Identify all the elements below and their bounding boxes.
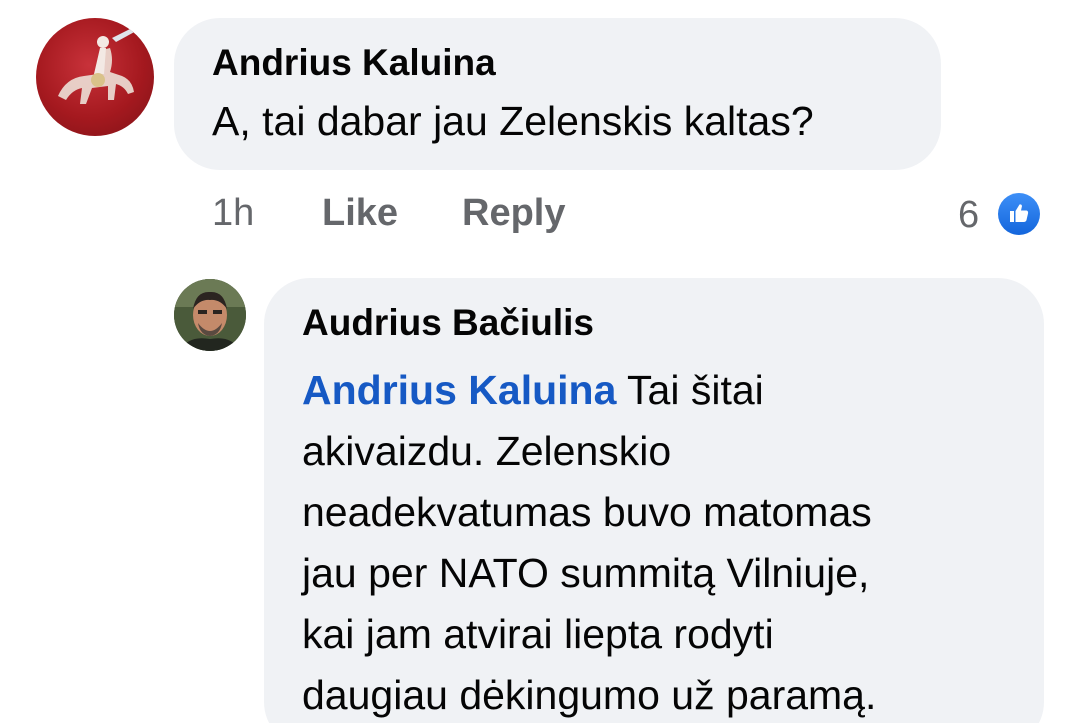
avatar-andrius-kaluina[interactable] xyxy=(36,18,154,136)
vytis-emblem-icon xyxy=(58,26,138,104)
profile-photo-icon xyxy=(174,279,246,351)
reply-text-line: daugiau dėkingumo už paramą. xyxy=(302,672,877,718)
reply-bubble: Audrius Bačiulis Andrius Kaluina Tai šit… xyxy=(264,278,1044,723)
reply-text-line: jau per NATO summitą Vilniuje, xyxy=(302,550,870,596)
reply-text: Andrius Kaluina Tai šitai akivaizdu. Zel… xyxy=(302,360,1002,723)
comment-author[interactable]: Andrius Kaluina xyxy=(212,42,496,84)
comment-bubble: Andrius Kaluina A, tai dabar jau Zelensk… xyxy=(174,18,941,170)
reply-text-line: Andrius Kaluina Tai šitai xyxy=(302,360,1002,421)
reply-author[interactable]: Audrius Bačiulis xyxy=(302,302,594,344)
avatar-audrius-baciulis[interactable] xyxy=(174,279,246,351)
comment-text: A, tai dabar jau Zelenskis kaltas? xyxy=(212,98,814,144)
reply-button[interactable]: Reply xyxy=(462,192,565,235)
reply-text-line: kai jam atvirai liepta rodyti xyxy=(302,611,774,657)
reply-text-line: akivaizdu. Zelenskio xyxy=(302,428,672,474)
like-button[interactable]: Like xyxy=(322,192,398,235)
reply-text-line: neadekvatumas buvo matomas xyxy=(302,489,872,535)
reaction-count[interactable]: 6 xyxy=(958,194,979,237)
thumbs-up-icon[interactable] xyxy=(995,190,1043,238)
mention-link[interactable]: Andrius Kaluina xyxy=(302,367,616,413)
reply-text-segment: Tai šitai xyxy=(627,367,764,413)
comment-timestamp[interactable]: 1h xyxy=(212,192,254,235)
